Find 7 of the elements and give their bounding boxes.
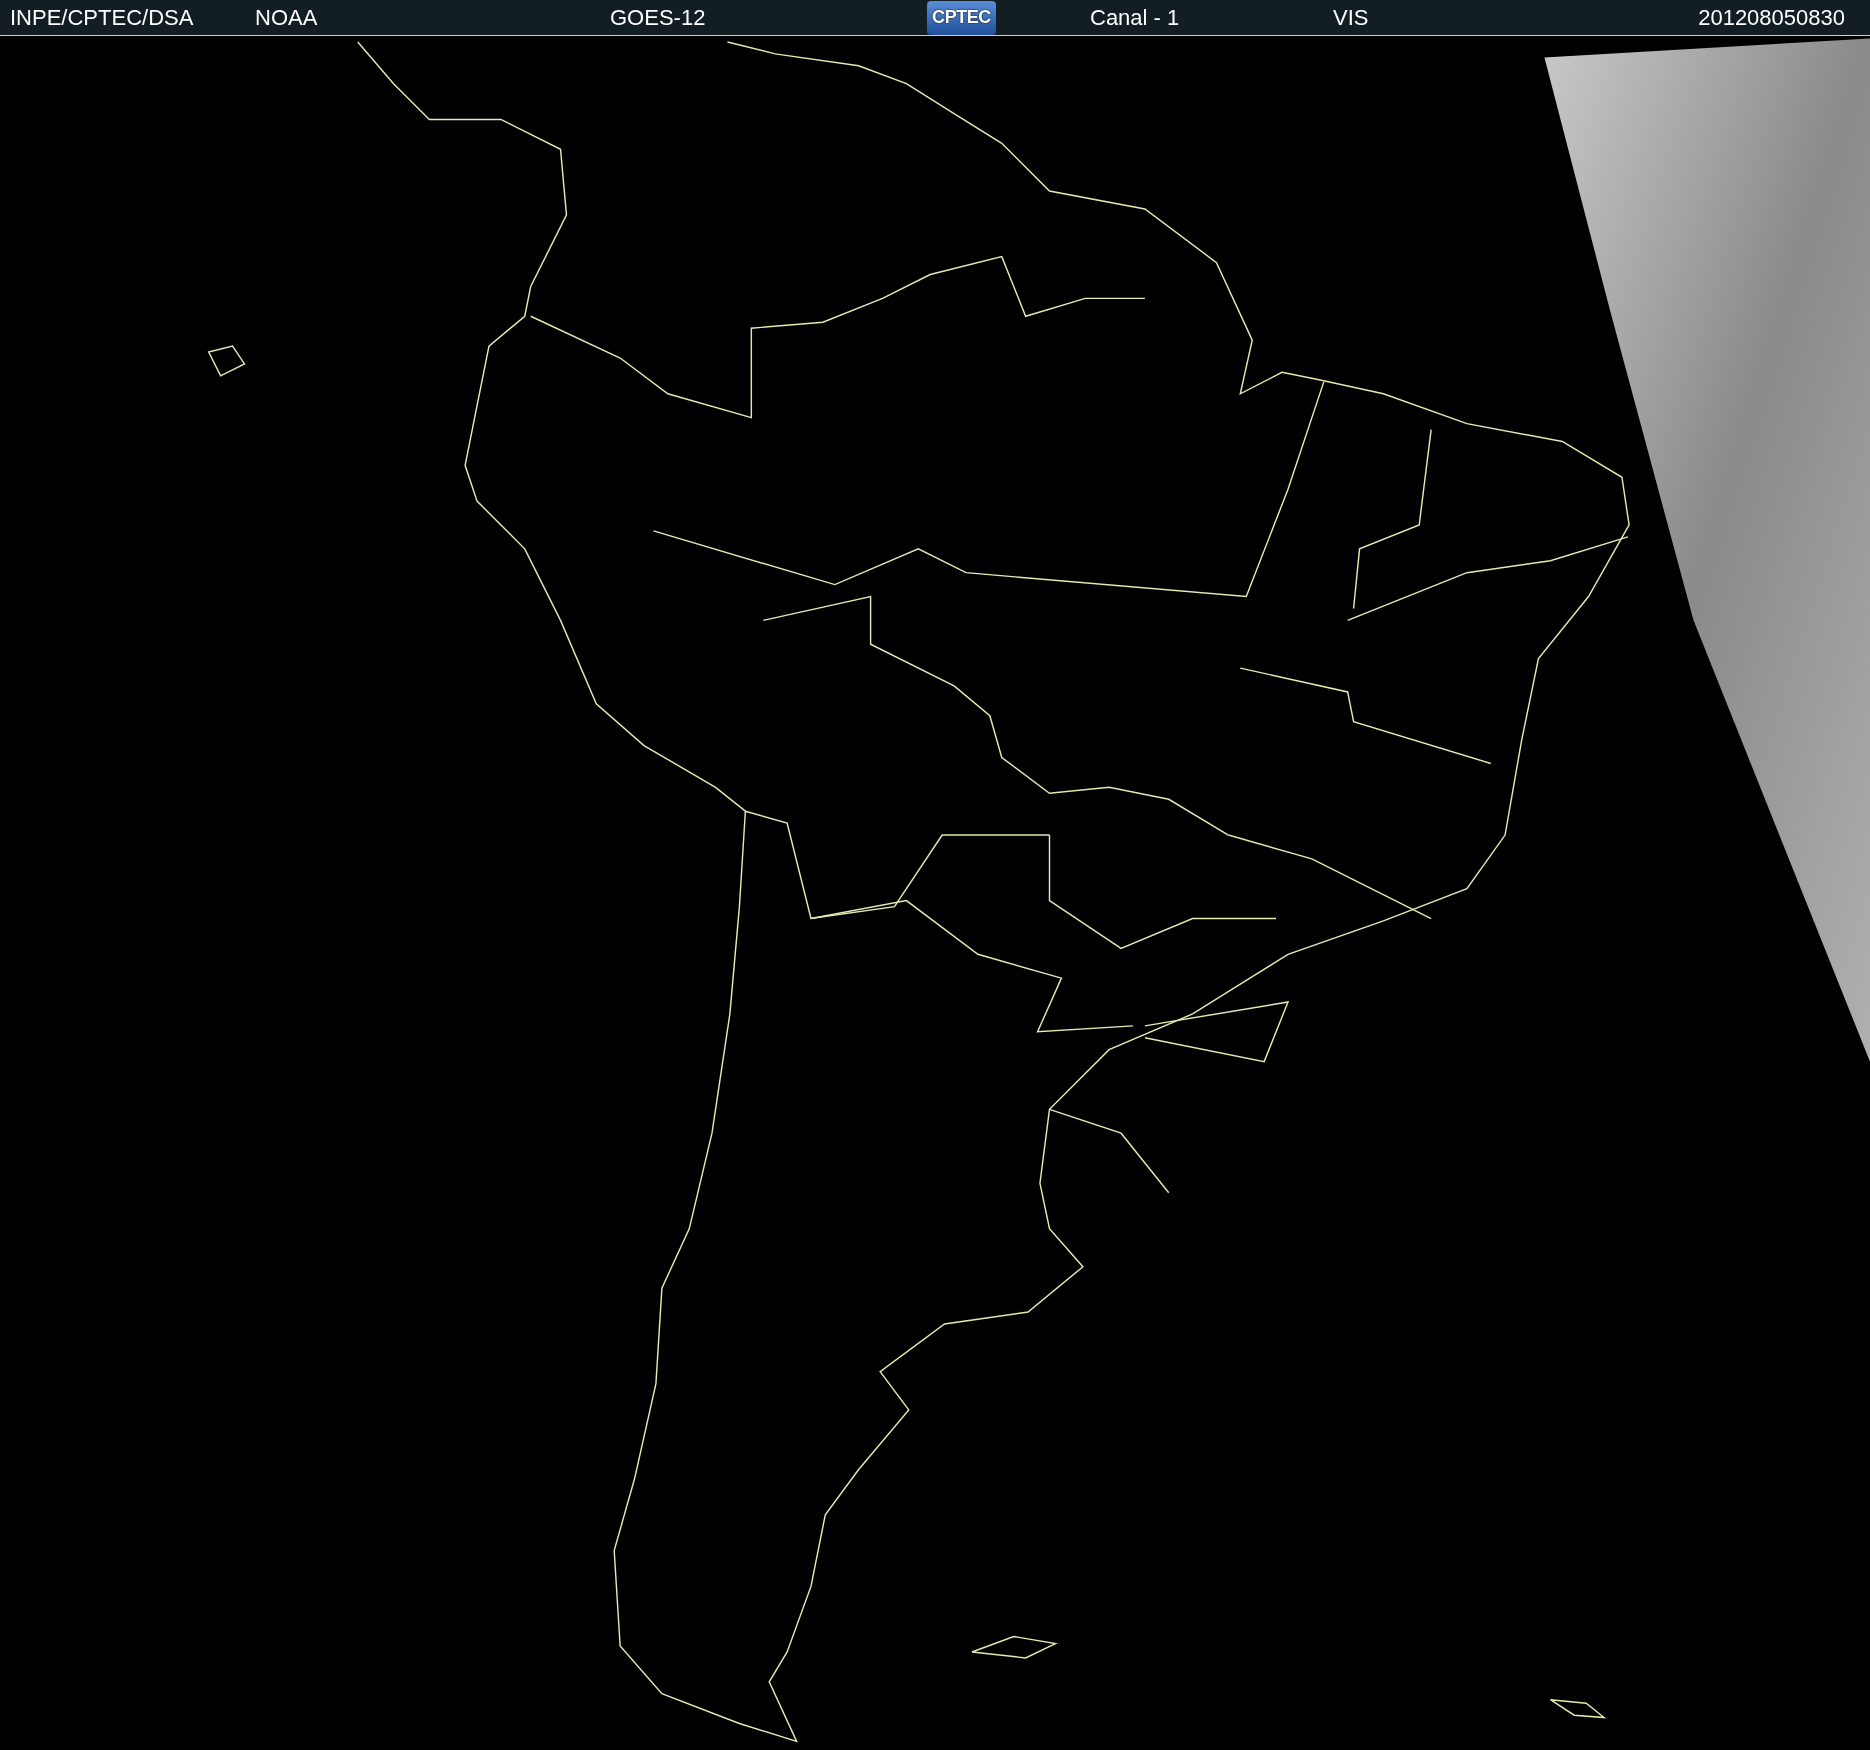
header-label: INPE/CPTEC/DSA: [10, 5, 194, 31]
header-label: VIS: [1333, 5, 1369, 31]
header-label: Canal - 1: [1090, 5, 1180, 31]
header-label: GOES-12: [610, 5, 706, 31]
header-label: 201208050830: [1698, 5, 1845, 31]
agency-logo: CPTEC: [927, 0, 996, 35]
header-label: NOAA: [255, 5, 318, 31]
